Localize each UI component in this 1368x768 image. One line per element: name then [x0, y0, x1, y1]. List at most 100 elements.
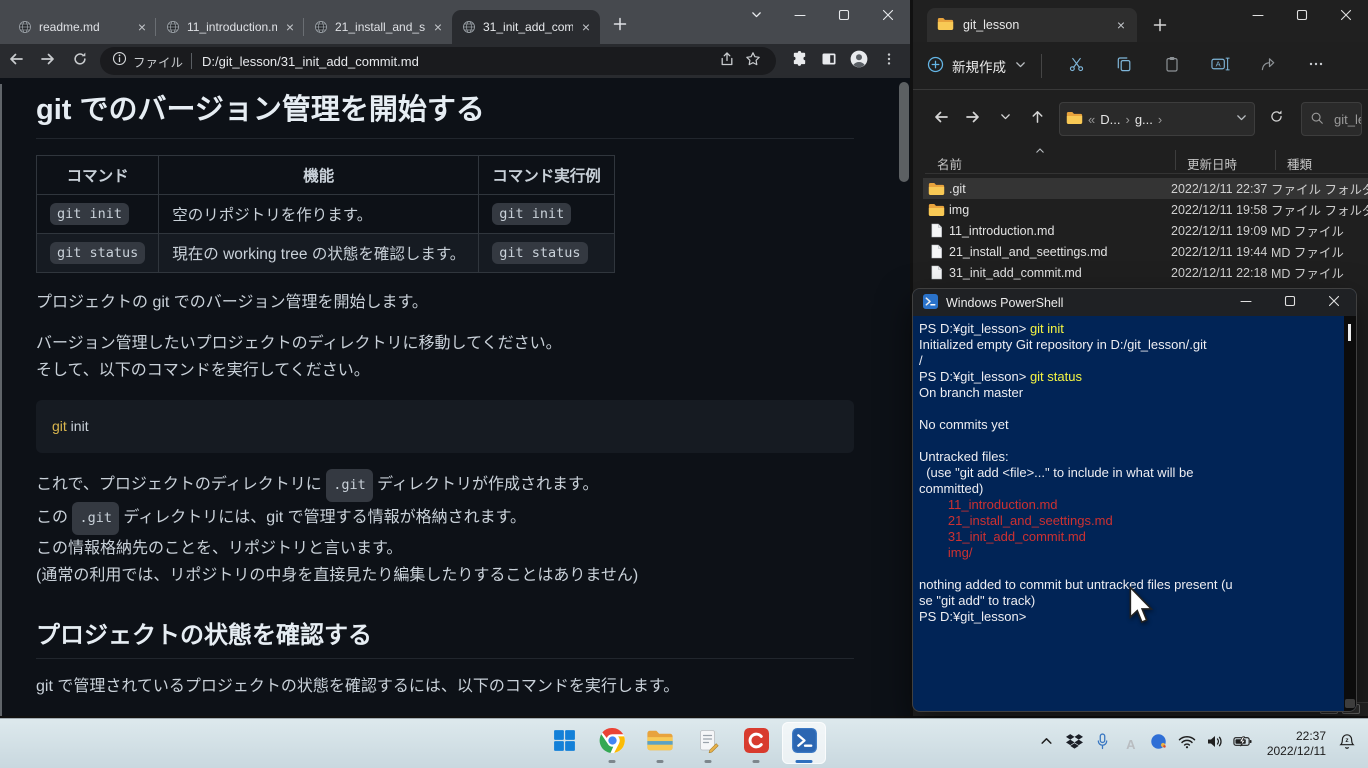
scrollbar[interactable] [898, 80, 910, 714]
profile-button[interactable] [844, 48, 874, 74]
terminal-text: PS D:¥git_lesson> [919, 609, 1026, 624]
tray-date: 2022/12/11 [1267, 744, 1326, 759]
paragraph: git で管理されているプロジェクトの状態を確認するには、以下のコマンドを実行し… [36, 673, 854, 700]
paste-button[interactable] [1152, 48, 1192, 84]
taskbar-clock[interactable]: 22:37 2022/12/11 [1259, 729, 1332, 759]
column-header-date[interactable]: 更新日時 [1187, 154, 1237, 173]
mic-icon [1096, 733, 1109, 755]
minimize-button[interactable] [1224, 289, 1268, 316]
tab-close-icon[interactable]: × [1115, 18, 1127, 32]
maximize-button[interactable] [822, 0, 866, 34]
file-row[interactable]: 21_install_and_seettings.md2022/12/11 19… [923, 241, 1368, 262]
up-button[interactable] [1021, 103, 1053, 135]
battery-button[interactable] [1231, 729, 1255, 759]
powershell-titlebar[interactable]: Windows PowerShell [913, 289, 1356, 316]
notifications-button[interactable]: z [1336, 729, 1360, 759]
scrollbar-thumb[interactable] [899, 82, 909, 182]
dropbox-button[interactable] [1063, 729, 1087, 759]
wifi-button[interactable] [1175, 729, 1199, 759]
rename-button[interactable]: A [1200, 48, 1240, 84]
forward-button[interactable] [957, 103, 989, 135]
breadcrumb-chevrons[interactable]: « [1088, 112, 1095, 127]
mic-button[interactable] [1091, 729, 1115, 759]
code-block-git-init: git init [36, 400, 854, 453]
explorer-tab[interactable]: git_lesson × [927, 8, 1137, 42]
search-box[interactable]: git_les [1301, 102, 1362, 136]
close-button[interactable] [866, 0, 910, 34]
maximize-button[interactable] [1268, 289, 1312, 316]
taskbar-start-button[interactable] [542, 722, 586, 764]
chevron-up-button[interactable] [1035, 729, 1059, 759]
share-button[interactable] [1248, 48, 1288, 84]
ime-indicator[interactable]: A [1119, 729, 1143, 759]
scrollbar[interactable] [1344, 316, 1356, 711]
minimize-button[interactable] [1236, 0, 1280, 34]
browser-tab[interactable]: readme.md× [8, 10, 156, 44]
bookmark-button[interactable] [740, 48, 766, 74]
divider[interactable] [1175, 150, 1176, 170]
more-icon [1308, 56, 1324, 75]
taskbar-notepad-button[interactable] [686, 722, 730, 764]
plus-icon [1152, 17, 1168, 38]
back-icon [7, 50, 25, 73]
breadcrumb-root[interactable]: D... [1100, 112, 1120, 127]
maximize-button[interactable] [1280, 0, 1324, 34]
recent-locations-button[interactable] [989, 103, 1021, 135]
taskbar-explorer-button[interactable] [638, 722, 682, 764]
paragraph: これで、プロジェクトのディレクトリに .git ディレクトリが作成されます。この… [36, 469, 854, 589]
extensions-button[interactable] [784, 48, 814, 74]
breadcrumb[interactable]: « D... › g... › [1059, 102, 1255, 136]
close-button[interactable] [1324, 0, 1368, 34]
file-row[interactable]: .git2022/12/11 22:37ファイル フォルダー [923, 178, 1368, 199]
tab-search-button[interactable] [734, 0, 778, 34]
minimize-button[interactable] [778, 0, 822, 34]
file-row[interactable]: 31_init_add_commit.md2022/12/11 22:18MD … [923, 262, 1368, 283]
volume-button[interactable] [1203, 729, 1227, 759]
file-row[interactable]: img2022/12/11 19:58ファイル フォルダー [923, 199, 1368, 220]
tab-close-icon[interactable]: × [580, 20, 592, 34]
forward-button[interactable] [32, 46, 64, 76]
close-button[interactable] [1312, 289, 1356, 316]
side-panel-button[interactable] [814, 48, 844, 74]
breadcrumb-folder[interactable]: g... [1135, 112, 1153, 127]
more-button[interactable] [1296, 48, 1336, 84]
new-tab-button[interactable] [606, 12, 634, 40]
column-header-name[interactable]: 名前 [937, 154, 962, 173]
taskbar-chrome-button[interactable] [590, 722, 634, 764]
terminal-line: / [919, 353, 1344, 369]
menu-button[interactable] [874, 48, 904, 74]
scrollbar-thumb[interactable] [1348, 324, 1351, 341]
explorer-new-tab-button[interactable] [1145, 12, 1175, 42]
window-edge [0, 84, 2, 716]
back-button[interactable] [925, 103, 957, 135]
tab-close-icon[interactable]: × [432, 20, 444, 34]
reload-button[interactable] [64, 46, 96, 76]
sphere-button[interactable] [1147, 729, 1171, 759]
browser-tab[interactable]: 21_install_and_se× [304, 10, 452, 44]
scroll-down-button[interactable] [1345, 699, 1355, 708]
back-button[interactable] [0, 46, 32, 76]
browser-tab[interactable]: 11_introduction.m× [156, 10, 304, 44]
new-item-button[interactable]: 新規作成 [927, 56, 1027, 76]
taskbar-powershell-button[interactable] [782, 722, 826, 764]
terminal-line [919, 561, 1344, 577]
column-header-type[interactable]: 種類 [1287, 154, 1312, 173]
bell-icon: z [1339, 733, 1355, 755]
address-bar[interactable]: ファイル D:/git_lesson/31_init_add_commit.md [100, 47, 776, 75]
file-name: 21_install_and_seettings.md [949, 245, 1171, 259]
battery-icon [1233, 735, 1252, 753]
taskbar-camtasia-button[interactable] [734, 722, 778, 764]
puzzle-icon [791, 50, 808, 72]
folder-icon [923, 203, 949, 217]
divider[interactable] [1275, 150, 1276, 170]
tab-close-icon[interactable]: × [284, 20, 296, 34]
tab-close-icon[interactable]: × [136, 20, 148, 34]
terminal-output[interactable]: PS D:¥git_lesson> git initInitialized em… [913, 316, 1344, 711]
file-row[interactable]: 11_introduction.md2022/12/11 19:09MD ファイ… [923, 220, 1368, 241]
share-button[interactable] [714, 48, 740, 74]
chevron-up-icon [1040, 735, 1053, 753]
cut-button[interactable] [1056, 48, 1096, 84]
copy-button[interactable] [1104, 48, 1144, 84]
browser-tab[interactable]: 31_init_add_comm× [452, 10, 600, 44]
refresh-button[interactable] [1259, 103, 1293, 135]
